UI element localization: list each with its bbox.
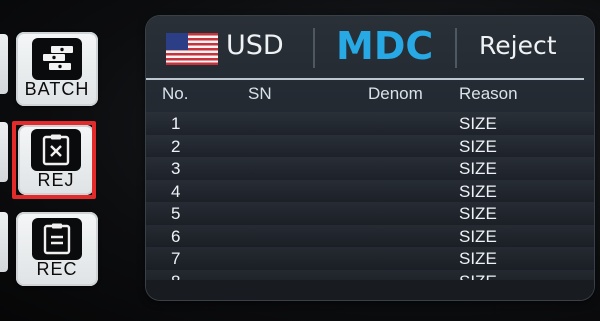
header-divider: [313, 28, 315, 68]
row-number: 7: [171, 249, 181, 268]
reject-button-highlight: [12, 121, 96, 199]
us-flag-icon: [166, 33, 218, 65]
partial-button-left-bottom: [0, 212, 8, 272]
column-header-no: No.: [162, 84, 189, 103]
table-row: 3 SIZE: [146, 157, 594, 180]
row-reason: SIZE: [459, 159, 497, 178]
status-label: Reject: [479, 31, 557, 60]
table-row: 5 SIZE: [146, 202, 594, 225]
row-reason: SIZE: [459, 181, 497, 201]
row-number: 5: [171, 204, 181, 223]
batch-button-label: BATCH: [24, 79, 90, 99]
row-reason: SIZE: [459, 204, 497, 223]
column-header-reason: Reason: [459, 84, 518, 103]
partial-button-left-middle: [0, 122, 8, 182]
table-row: 2 SIZE: [146, 134, 594, 157]
reject-list: 1 SIZE 2 SIZE 3 SIZE 4 SIZE 5 SIZE 6 SIZ…: [146, 112, 594, 292]
mode-label: MDC: [336, 24, 434, 68]
record-button[interactable]: REC: [16, 212, 98, 286]
row-number: 2: [171, 136, 181, 156]
row-number: 3: [171, 159, 181, 178]
currency-label: USD: [226, 30, 284, 61]
row-number: 4: [171, 181, 181, 201]
screen-header: USD MDC Reject: [146, 16, 594, 78]
partial-button-left-top: [0, 34, 8, 94]
record-button-label: REC: [36, 259, 78, 279]
row-reason: SIZE: [459, 249, 497, 268]
banknote-stack-icon: [32, 38, 82, 80]
column-header-denom: Denom: [368, 84, 423, 103]
row-reason: SIZE: [459, 136, 497, 156]
row-reason: SIZE: [459, 226, 497, 246]
column-header-sn: SN: [248, 84, 272, 103]
header-rule: [146, 78, 584, 80]
screen-footer-bar: [146, 280, 594, 300]
clipboard-icon: [32, 218, 82, 260]
table-row: 7 SIZE: [146, 247, 594, 270]
row-reason: SIZE: [459, 114, 497, 133]
display-screen: USD MDC Reject No. SN Denom Reason 1 SIZ…: [146, 16, 594, 300]
row-number: 6: [171, 226, 181, 246]
table-row: 4 SIZE: [146, 179, 594, 202]
table-row: 6 SIZE: [146, 224, 594, 247]
table-row: 1 SIZE: [146, 112, 594, 135]
header-divider: [455, 28, 457, 68]
row-number: 1: [171, 114, 181, 133]
batch-button[interactable]: BATCH: [16, 32, 98, 106]
